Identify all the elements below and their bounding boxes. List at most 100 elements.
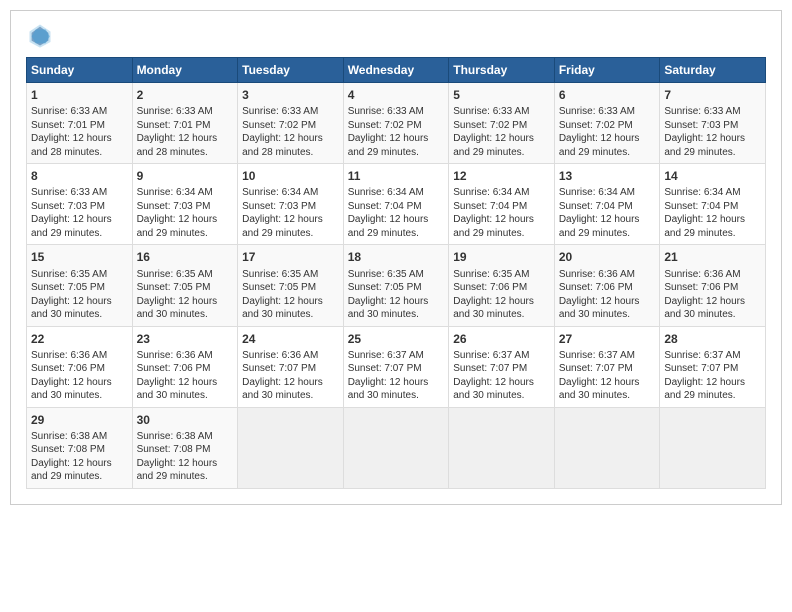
sunset-text: Sunset: 7:07 PM [453,363,527,374]
daylight-text: Daylight: 12 hours and 30 minutes. [31,296,112,321]
col-header-sunday: Sunday [27,58,133,83]
sunrise-text: Sunrise: 6:38 AM [137,431,213,442]
col-header-monday: Monday [132,58,238,83]
sunset-text: Sunset: 7:05 PM [348,282,422,293]
daylight-text: Daylight: 12 hours and 28 minutes. [242,133,323,158]
day-cell: 19 Sunrise: 6:35 AM Sunset: 7:06 PM Dayligh… [449,245,555,326]
day-cell [660,407,766,488]
sunset-text: Sunset: 7:07 PM [242,363,316,374]
day-number: 26 [453,331,550,347]
day-number: 19 [453,249,550,265]
day-cell [449,407,555,488]
day-cell: 1Sunrise: 6:33 AMSunset: 7:01 PMDaylight… [27,83,133,164]
sunrise-text: Sunrise: 6:36 AM [137,350,213,361]
generalblue-icon [26,21,54,49]
sunset-text: Sunset: 7:04 PM [453,201,527,212]
day-cell: 28Sunrise: 6:37 AMSunset: 7:07 PMDayligh… [660,326,766,407]
week-row-5: 29Sunrise: 6:38 AMSunset: 7:08 PMDayligh… [27,407,766,488]
day-number: 15 [31,249,128,265]
day-cell: 22Sunrise: 6:36 AMSunset: 7:06 PMDayligh… [27,326,133,407]
day-cell: 29Sunrise: 6:38 AMSunset: 7:08 PMDayligh… [27,407,133,488]
daylight-text: Daylight: 12 hours and 29 minutes. [137,214,218,239]
day-cell: 9Sunrise: 6:34 AMSunset: 7:03 PMDaylight… [132,164,238,245]
daylight-text: Daylight: 12 hours and 30 minutes. [31,377,112,402]
day-number: 21 [664,249,761,265]
day-cell: 3Sunrise: 6:33 AMSunset: 7:02 PMDaylight… [238,83,344,164]
daylight-text: Daylight: 12 hours and 29 minutes. [242,214,323,239]
sunrise-text: Sunrise: 6:35 AM [31,269,107,280]
daylight-text: Daylight: 12 hours and 29 minutes. [137,458,218,483]
day-cell [554,407,660,488]
sunset-text: Sunset: 7:06 PM [137,363,211,374]
daylight-text: Daylight: 12 hours and 30 minutes. [453,377,534,402]
sunset-text: Sunset: 7:02 PM [242,120,316,131]
sunset-text: Sunset: 7:05 PM [242,282,316,293]
day-number: 18 [348,249,445,265]
day-cell: 12Sunrise: 6:34 AMSunset: 7:04 PMDayligh… [449,164,555,245]
sunrise-text: Sunrise: 6:33 AM [31,106,107,117]
day-cell: 13Sunrise: 6:34 AMSunset: 7:04 PMDayligh… [554,164,660,245]
daylight-text: Daylight: 12 hours and 29 minutes. [664,377,745,402]
day-number: 20 [559,249,656,265]
calendar-header-row: SundayMondayTuesdayWednesdayThursdayFrid… [27,58,766,83]
day-cell: 23Sunrise: 6:36 AMSunset: 7:06 PMDayligh… [132,326,238,407]
page-header [26,21,766,49]
sunrise-text: Sunrise: 6:33 AM [348,106,424,117]
sunset-text: Sunset: 7:06 PM [31,363,105,374]
sunrise-text: Sunrise: 6:36 AM [242,350,318,361]
col-header-tuesday: Tuesday [238,58,344,83]
day-number: 25 [348,331,445,347]
day-number: 6 [559,87,656,103]
day-cell [238,407,344,488]
sunrise-text: Sunrise: 6:35 AM [348,269,424,280]
sunset-text: Sunset: 7:02 PM [559,120,633,131]
sunrise-text: Sunrise: 6:34 AM [453,187,529,198]
day-number: 13 [559,168,656,184]
col-header-friday: Friday [554,58,660,83]
sunrise-text: Sunrise: 6:37 AM [664,350,740,361]
daylight-text: Daylight: 12 hours and 29 minutes. [31,458,112,483]
daylight-text: Daylight: 12 hours and 28 minutes. [137,133,218,158]
day-cell: 14Sunrise: 6:34 AMSunset: 7:04 PMDayligh… [660,164,766,245]
sunrise-text: Sunrise: 6:38 AM [31,431,107,442]
day-cell: 11Sunrise: 6:34 AMSunset: 7:04 PMDayligh… [343,164,449,245]
sunset-text: Sunset: 7:07 PM [664,363,738,374]
sunrise-text: Sunrise: 6:35 AM [453,269,529,280]
sunrise-text: Sunrise: 6:36 AM [559,269,635,280]
sunset-text: Sunset: 7:03 PM [137,201,211,212]
daylight-text: Daylight: 12 hours and 28 minutes. [31,133,112,158]
day-number: 22 [31,331,128,347]
daylight-text: Daylight: 12 hours and 30 minutes. [664,296,745,321]
daylight-text: Daylight: 12 hours and 30 minutes. [348,296,429,321]
sunset-text: Sunset: 7:03 PM [664,120,738,131]
daylight-text: Daylight: 12 hours and 29 minutes. [348,133,429,158]
daylight-text: Daylight: 12 hours and 29 minutes. [453,214,534,239]
sunrise-text: Sunrise: 6:37 AM [453,350,529,361]
day-cell: 24Sunrise: 6:36 AMSunset: 7:07 PMDayligh… [238,326,344,407]
week-row-1: 1Sunrise: 6:33 AMSunset: 7:01 PMDaylight… [27,83,766,164]
sunrise-text: Sunrise: 6:37 AM [348,350,424,361]
sunrise-text: Sunrise: 6:33 AM [137,106,213,117]
day-number: 9 [137,168,234,184]
daylight-text: Daylight: 12 hours and 30 minutes. [559,377,640,402]
day-number: 8 [31,168,128,184]
sunset-text: Sunset: 7:03 PM [242,201,316,212]
daylight-text: Daylight: 12 hours and 30 minutes. [453,296,534,321]
day-number: 27 [559,331,656,347]
day-number: 2 [137,87,234,103]
sunset-text: Sunset: 7:02 PM [348,120,422,131]
week-row-3: 15 Sunrise: 6:35 AM Sunset: 7:05 PM Dayligh… [27,245,766,326]
sunrise-text: Sunrise: 6:33 AM [31,187,107,198]
day-cell: 5Sunrise: 6:33 AMSunset: 7:02 PMDaylight… [449,83,555,164]
col-header-thursday: Thursday [449,58,555,83]
daylight-text: Daylight: 12 hours and 30 minutes. [137,377,218,402]
day-cell: 4Sunrise: 6:33 AMSunset: 7:02 PMDaylight… [343,83,449,164]
calendar-table: SundayMondayTuesdayWednesdayThursdayFrid… [26,57,766,489]
daylight-text: Daylight: 12 hours and 29 minutes. [559,133,640,158]
daylight-text: Daylight: 12 hours and 30 minutes. [242,377,323,402]
sunset-text: Sunset: 7:06 PM [664,282,738,293]
day-cell: 6Sunrise: 6:33 AMSunset: 7:02 PMDaylight… [554,83,660,164]
sunset-text: Sunset: 7:06 PM [453,282,527,293]
sunset-text: Sunset: 7:02 PM [453,120,527,131]
day-number: 5 [453,87,550,103]
